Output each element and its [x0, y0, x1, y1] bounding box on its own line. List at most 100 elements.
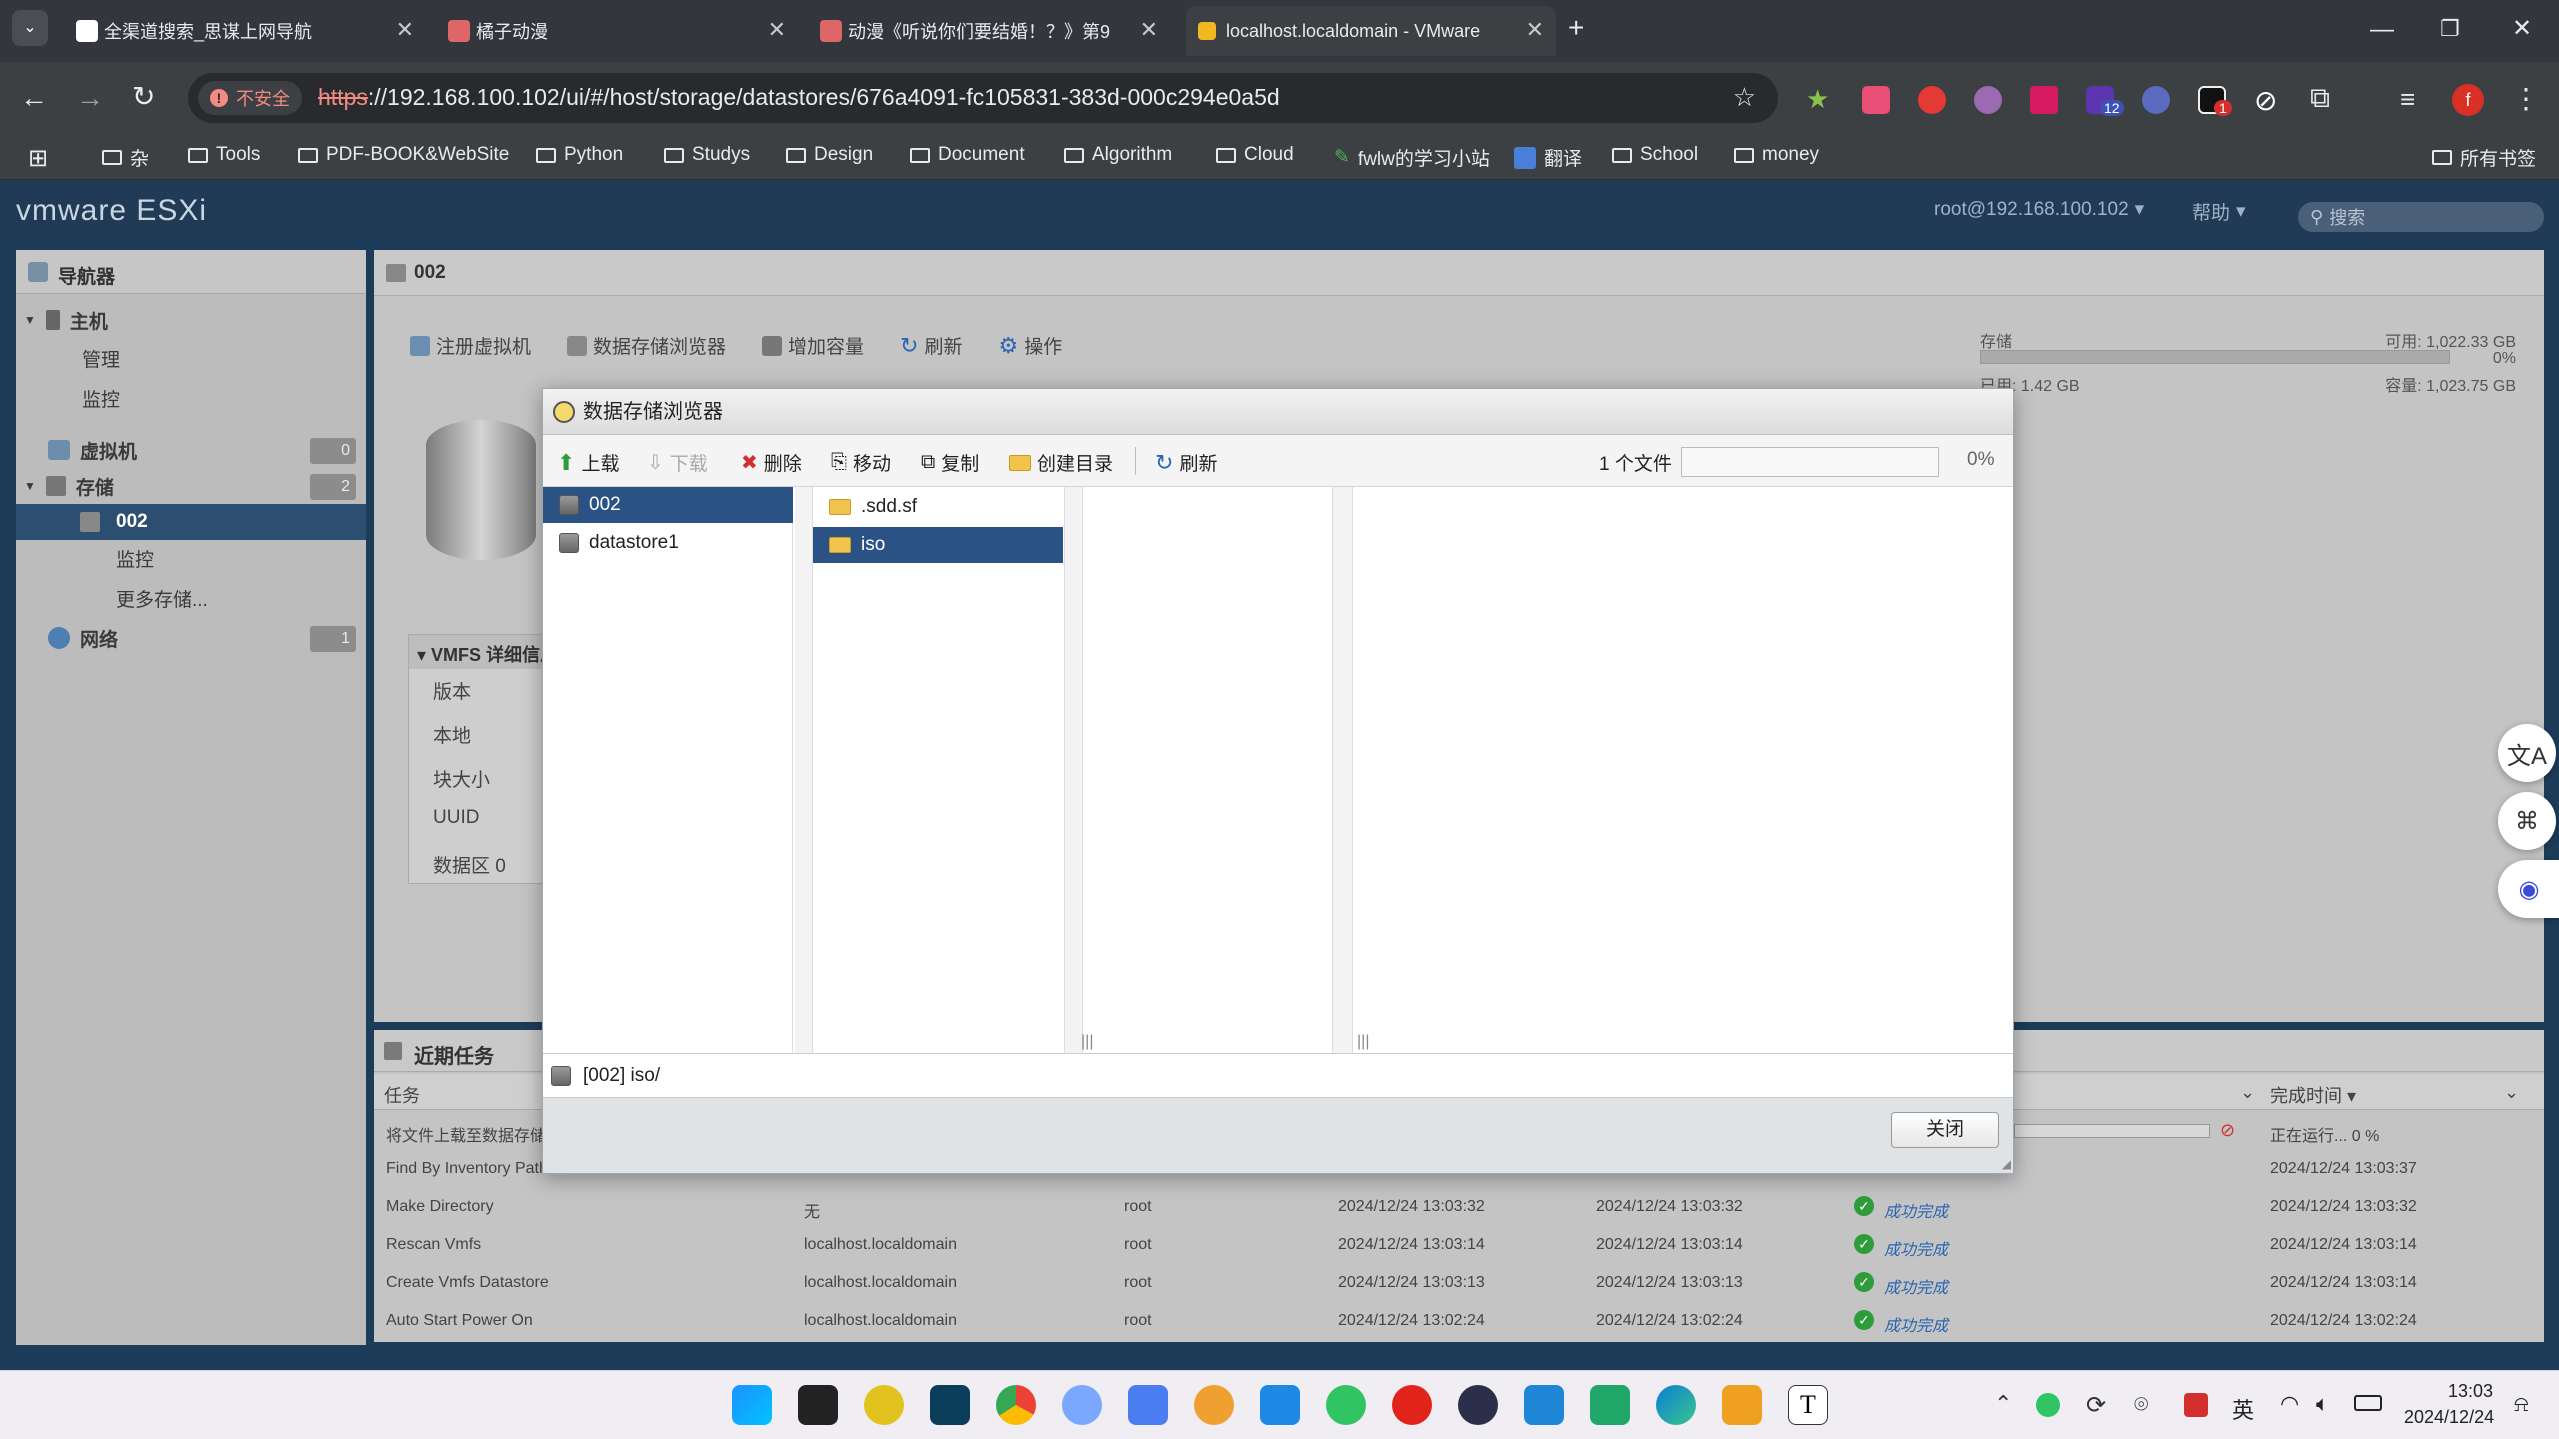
close-tab-icon[interactable]: ✕: [1140, 17, 1158, 43]
extension-adblock-icon[interactable]: [1918, 86, 1946, 114]
extension-ghost-icon[interactable]: [2142, 86, 2170, 114]
tray-shield-icon[interactable]: [2184, 1393, 2208, 1417]
nav-monitor[interactable]: 监控: [16, 380, 366, 416]
task-view-icon[interactable]: [798, 1385, 838, 1425]
bookmark-folder[interactable]: School: [1612, 144, 1698, 166]
extension-red-icon[interactable]: [2030, 86, 2058, 114]
netease-music-icon[interactable]: [1392, 1385, 1432, 1425]
typora-icon[interactable]: T: [1788, 1385, 1828, 1425]
datastore-browser-button[interactable]: 数据存储浏览器: [567, 332, 726, 359]
minimize-window-icon[interactable]: —: [2370, 16, 2394, 44]
chevron-down-icon[interactable]: ⌄: [2240, 1082, 2255, 1103]
bookmark-folder[interactable]: Cloud: [1216, 144, 1294, 166]
create-directory-button[interactable]: 创建目录: [1009, 449, 1113, 476]
increase-capacity-button[interactable]: 增加容量: [762, 332, 864, 359]
clock-time[interactable]: 13:03: [2448, 1381, 2493, 1402]
app-bubble-icon[interactable]: [1062, 1385, 1102, 1425]
profile-avatar[interactable]: f: [2452, 84, 2484, 116]
assistant-float-icon[interactable]: ◉: [2498, 860, 2559, 918]
browser-menu-icon[interactable]: ⋮: [2512, 82, 2540, 115]
vmfs-header[interactable]: ▾ VMFS 详细信息: [409, 635, 549, 669]
folder-item-iso[interactable]: iso: [813, 527, 1063, 563]
vscode-icon[interactable]: [1524, 1385, 1564, 1425]
extension-compass-icon[interactable]: ⊘: [2254, 84, 2277, 117]
clock-date[interactable]: 2024/12/24: [2404, 1407, 2494, 1428]
task-row[interactable]: Create Vmfs Datastore localhost.localdom…: [374, 1264, 2544, 1302]
bookmark-link[interactable]: ✎ fwlw的学习小站: [1334, 144, 1490, 171]
forward-icon[interactable]: →: [76, 82, 104, 114]
bookmark-star-icon[interactable]: ☆: [1733, 82, 1756, 113]
notification-bell-icon[interactable]: ⍾: [2514, 1391, 2529, 1417]
datastore-item-datastore1[interactable]: datastore1: [543, 525, 793, 561]
nav-storage[interactable]: ▼ 存储 2: [16, 468, 366, 504]
task-row[interactable]: Make Directory 无 root 2024/12/24 13:03:3…: [374, 1188, 2544, 1226]
app-dark-icon[interactable]: [930, 1385, 970, 1425]
bookmark-folder[interactable]: Design: [786, 144, 873, 166]
browser-tab[interactable]: 全渠道搜索_思谋上网导航 ✕: [64, 6, 426, 56]
bookmark-folder[interactable]: 杂: [102, 144, 149, 171]
bookmark-folder[interactable]: Python: [536, 144, 623, 166]
cancel-task-icon[interactable]: ⊘: [2220, 1120, 2235, 1141]
bookmark-folder[interactable]: money: [1734, 144, 1819, 166]
bookmark-folder[interactable]: Studys: [664, 144, 750, 166]
tab-list-dropdown[interactable]: ⌄: [12, 10, 48, 46]
media-control-icon[interactable]: ≡: [2400, 84, 2415, 115]
translate-float-icon[interactable]: 文A: [2498, 724, 2556, 782]
dialog-refresh-button[interactable]: ↻ 刷新: [1155, 449, 1217, 476]
nav-manage[interactable]: 管理: [16, 340, 366, 376]
esxi-search-input[interactable]: ⚲ 搜索: [2298, 202, 2544, 232]
folder-item-sdd[interactable]: .sdd.sf: [813, 489, 1063, 525]
task-row[interactable]: Rescan Vmfs localhost.localdomain root 2…: [374, 1226, 2544, 1264]
col-completed[interactable]: 完成时间 ▾: [2270, 1082, 2356, 1108]
close-tab-icon[interactable]: ✕: [768, 17, 786, 43]
close-window-icon[interactable]: ✕: [2512, 14, 2532, 43]
edge-icon[interactable]: [1656, 1385, 1696, 1425]
copy-button[interactable]: ⧉ 复制: [921, 449, 979, 476]
close-tab-icon[interactable]: ✕: [1526, 17, 1544, 43]
delete-button[interactable]: ✖ 删除: [741, 449, 802, 476]
tray-sync-icon[interactable]: ⟳: [2086, 1391, 2106, 1420]
security-chip[interactable]: ! 不安全: [198, 81, 302, 115]
column-resize-handle[interactable]: |||: [1357, 1033, 1369, 1051]
bookmark-link[interactable]: 翻译: [1514, 144, 1582, 171]
ime-indicator[interactable]: 英: [2232, 1393, 2254, 1425]
browser-tab[interactable]: 橘子动漫 ✕: [436, 6, 798, 56]
app-note-icon[interactable]: [1128, 1385, 1168, 1425]
help-menu[interactable]: 帮助 ▾: [2192, 198, 2246, 225]
task-row[interactable]: Auto Start Power On localhost.localdomai…: [374, 1302, 2544, 1340]
move-button[interactable]: ⎘ 移动: [831, 449, 891, 476]
extensions-puzzle-icon[interactable]: ⧉: [2310, 82, 2330, 115]
extension-star-icon[interactable]: ★: [1806, 84, 1829, 115]
chevron-up-icon[interactable]: ⌃: [1994, 1391, 2012, 1417]
start-menu-icon[interactable]: [732, 1385, 772, 1425]
nav-network[interactable]: 网络 1: [16, 620, 366, 656]
apps-grid-icon[interactable]: ⊞: [28, 144, 48, 173]
chrome-icon[interactable]: [996, 1385, 1036, 1425]
app-circle-icon[interactable]: [1458, 1385, 1498, 1425]
register-vm-button[interactable]: 注册虚拟机: [410, 332, 531, 359]
app-green-icon[interactable]: [864, 1385, 904, 1425]
nav-more-storage[interactable]: 更多存储...: [16, 580, 366, 616]
bookmark-folder[interactable]: PDF-BOOK&WebSite: [298, 144, 509, 166]
refresh-button[interactable]: ↻ 刷新: [900, 332, 962, 359]
new-tab-button[interactable]: +: [1568, 12, 1584, 44]
search-app-icon[interactable]: [1194, 1385, 1234, 1425]
close-tab-icon[interactable]: ✕: [396, 17, 414, 43]
browser-tab[interactable]: 动漫《听说你们要结婚！？》第9 ✕: [808, 6, 1170, 56]
reload-icon[interactable]: ↻: [132, 80, 155, 113]
download-button[interactable]: ⇩ 下载: [647, 449, 708, 476]
nav-vms[interactable]: 虚拟机 0: [16, 432, 366, 468]
upload-button[interactable]: ⬆ 上载: [557, 449, 619, 476]
bookmark-folder[interactable]: Algorithm: [1064, 144, 1172, 166]
app-x-icon[interactable]: [1590, 1385, 1630, 1425]
nav-host[interactable]: ▼ 主机: [16, 302, 366, 338]
url-text[interactable]: https://192.168.100.102/ui/#/host/storag…: [318, 84, 1280, 111]
vmware-icon[interactable]: [1722, 1385, 1762, 1425]
wechat-icon[interactable]: [1326, 1385, 1366, 1425]
apps-float-icon[interactable]: ⌘: [2498, 792, 2556, 850]
col-task[interactable]: 任务: [384, 1082, 420, 1108]
all-bookmarks[interactable]: 所有书签: [2432, 144, 2536, 171]
extension-translate-icon[interactable]: [1862, 86, 1890, 114]
bookmark-folder[interactable]: Document: [910, 144, 1025, 166]
tray-app-icon[interactable]: ⌾: [2134, 1391, 2148, 1419]
